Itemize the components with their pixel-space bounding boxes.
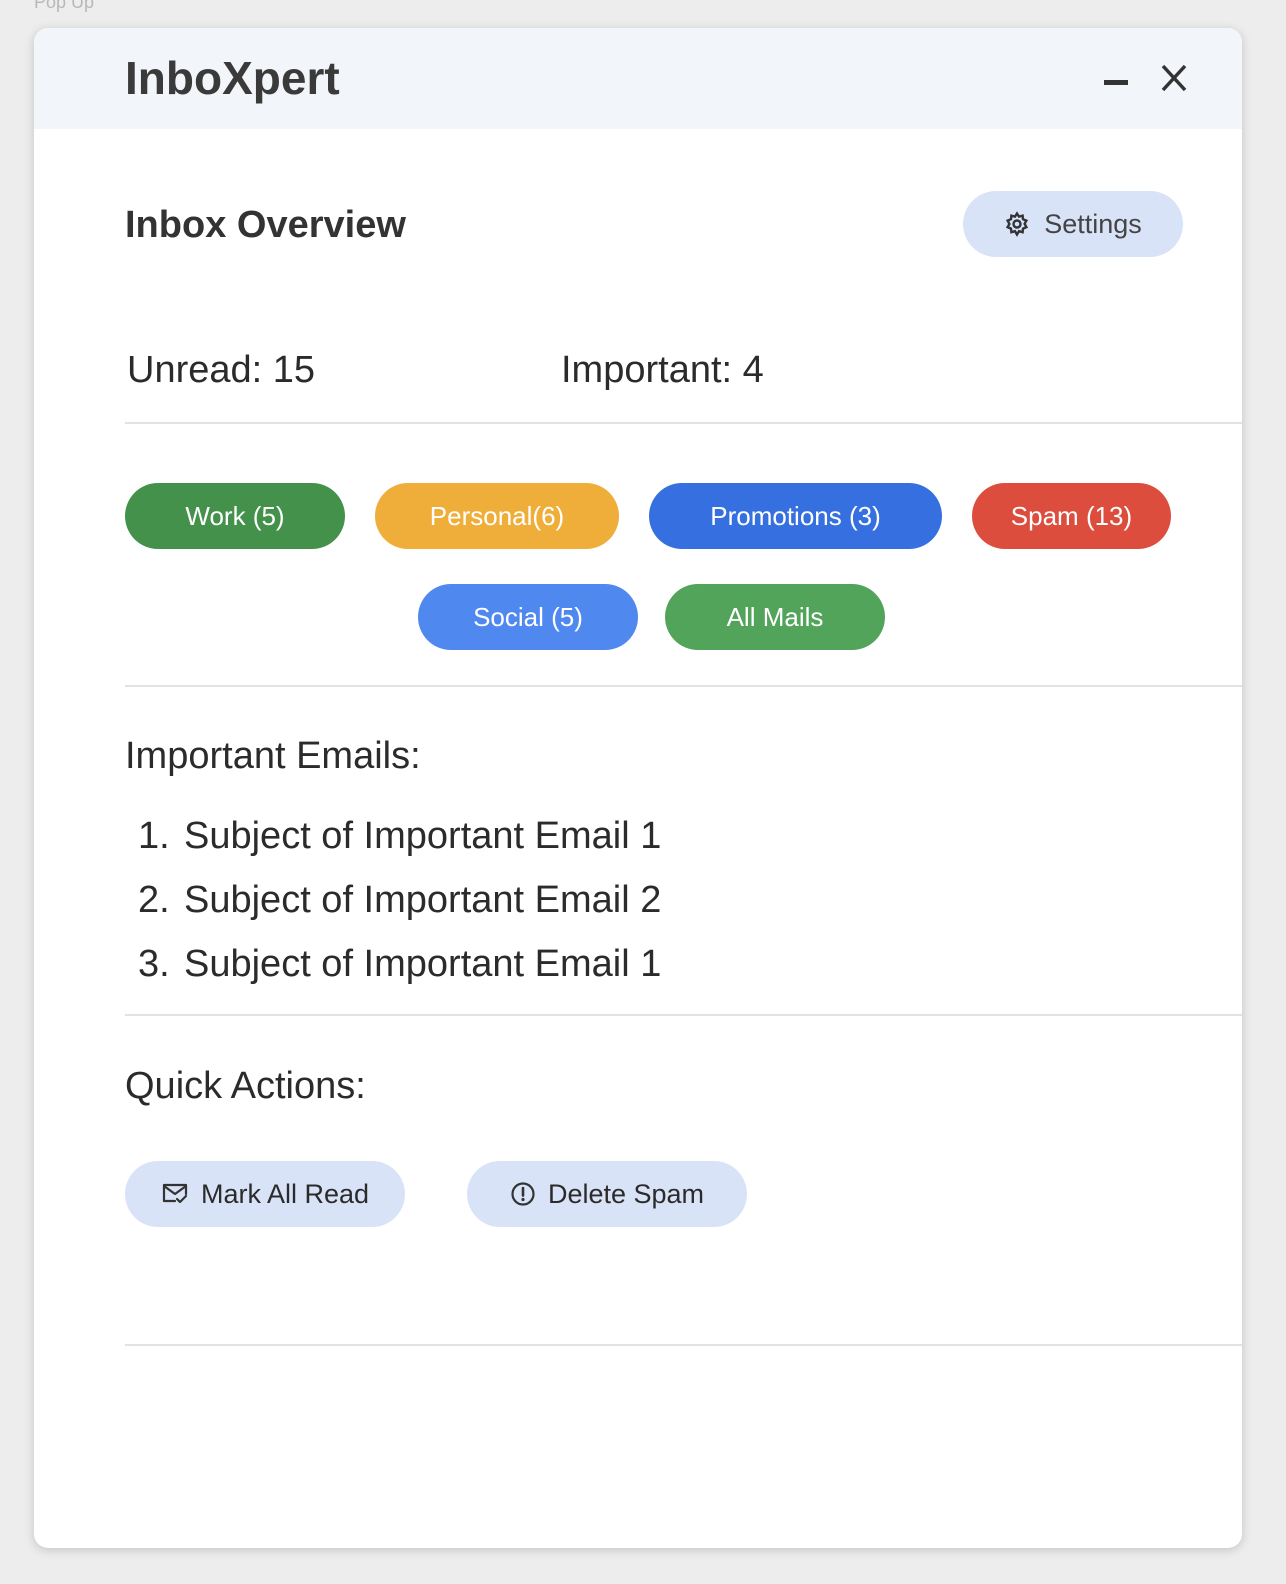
title-bar: InboXpert [34, 28, 1242, 129]
category-chip-social[interactable]: Social (5) [418, 584, 638, 650]
delete-spam-button[interactable]: Delete Spam [467, 1161, 747, 1227]
list-item[interactable]: 2. Subject of Important Email 2 [138, 868, 661, 932]
mark-all-read-label: Mark All Read [200, 1178, 370, 1209]
unread-count: Unread: 15 [127, 349, 316, 391]
list-item[interactable]: 3. Subject of Important Email 1 [138, 932, 661, 996]
list-item[interactable]: 1. Subject of Important Email 1 [138, 804, 661, 868]
app-title: InboXpert [125, 52, 340, 104]
email-subject: Subject of Important Email 1 [184, 943, 662, 985]
divider [125, 1014, 1242, 1016]
frame-label: Pop Up [34, 0, 95, 12]
minimize-icon [1104, 80, 1128, 85]
category-chip-promotions[interactable]: Promotions (3) [649, 483, 942, 549]
category-chip-work[interactable]: Work (5) [125, 483, 345, 549]
email-subject: Subject of Important Email 1 [184, 815, 662, 857]
divider [125, 1344, 1242, 1346]
list-item-number: 1. [138, 815, 170, 857]
email-subject: Subject of Important Email 2 [184, 879, 662, 921]
delete-spam-label: Delete Spam [547, 1178, 705, 1209]
settings-label: Settings [1044, 208, 1142, 239]
popup-window: InboXpert Inbox Overview Settings Unread… [34, 28, 1242, 1548]
alert-circle-icon [511, 1182, 535, 1206]
divider [125, 685, 1242, 687]
settings-button[interactable]: Settings [963, 191, 1183, 257]
close-icon [1161, 64, 1187, 92]
minimize-button[interactable] [1096, 58, 1136, 98]
important-emails-heading: Important Emails: [125, 735, 421, 777]
list-item-number: 3. [138, 943, 170, 985]
category-chip-personal[interactable]: Personal(6) [375, 483, 619, 549]
close-button[interactable] [1154, 58, 1194, 98]
important-email-list: 1. Subject of Important Email 1 2. Subject… [138, 804, 661, 996]
important-count: Important: 4 [561, 349, 764, 391]
gear-icon [1006, 211, 1029, 237]
divider [125, 422, 1242, 424]
category-chip-spam[interactable]: Spam (13) [972, 483, 1171, 549]
mark-all-read-button[interactable]: Mark All Read [125, 1161, 405, 1227]
mail-check-icon [162, 1183, 188, 1204]
inbox-overview-title: Inbox Overview [125, 204, 406, 246]
category-chip-all-mails[interactable]: All Mails [665, 584, 885, 650]
list-item-number: 2. [138, 879, 170, 921]
quick-actions-heading: Quick Actions: [125, 1065, 366, 1107]
